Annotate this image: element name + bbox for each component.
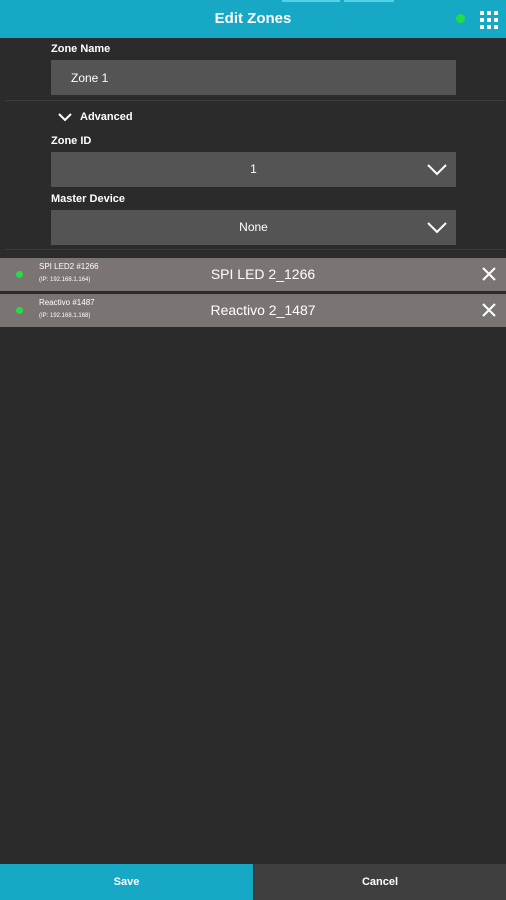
device-title: SPI LED 2_1266 bbox=[210, 266, 316, 282]
page-title: Edit Zones bbox=[214, 10, 292, 27]
online-status-icon bbox=[16, 271, 23, 278]
zone-id-label: Zone ID bbox=[51, 135, 92, 147]
zone-id-value: 1 bbox=[250, 162, 257, 176]
save-button[interactable]: Save bbox=[0, 864, 253, 900]
app-header: Edit Zones bbox=[0, 0, 506, 38]
zone-name-input[interactable] bbox=[51, 60, 456, 95]
online-status-icon bbox=[16, 307, 23, 314]
master-device-select[interactable]: None bbox=[51, 210, 456, 245]
chevron-down-icon bbox=[427, 222, 447, 234]
device-ip: (IP: 192.168.1.164) bbox=[39, 277, 91, 283]
chevron-down-icon bbox=[58, 113, 72, 122]
connection-status-icon bbox=[456, 14, 465, 23]
device-row[interactable]: SPI LED2 #1266 (IP: 192.168.1.164) SPI L… bbox=[0, 258, 506, 291]
cancel-button[interactable]: Cancel bbox=[253, 864, 506, 900]
divider bbox=[5, 100, 505, 101]
device-row[interactable]: Reactivo #1487 (IP: 192.168.1.168) React… bbox=[0, 294, 506, 327]
advanced-toggle[interactable]: Advanced bbox=[58, 108, 133, 126]
edit-zones-screen: Edit Zones Zone Name Advanced Zone ID 1 … bbox=[0, 0, 506, 900]
zone-name-label: Zone Name bbox=[51, 43, 111, 55]
grid-menu-icon[interactable] bbox=[480, 11, 498, 29]
device-name: Reactivo #1487 bbox=[39, 298, 95, 307]
device-name: SPI LED2 #1266 bbox=[39, 262, 99, 271]
zone-id-select[interactable]: 1 bbox=[51, 152, 456, 187]
close-icon[interactable] bbox=[482, 303, 496, 317]
chevron-down-icon bbox=[427, 164, 447, 176]
device-ip: (IP: 192.168.1.168) bbox=[39, 313, 91, 319]
master-device-value: None bbox=[239, 220, 268, 234]
close-icon[interactable] bbox=[482, 267, 496, 281]
footer-actions: Save Cancel bbox=[0, 864, 506, 900]
device-title: Reactivo 2_1487 bbox=[210, 302, 316, 318]
advanced-label: Advanced bbox=[80, 111, 133, 123]
master-device-label: Master Device bbox=[51, 193, 125, 205]
divider bbox=[5, 249, 505, 250]
